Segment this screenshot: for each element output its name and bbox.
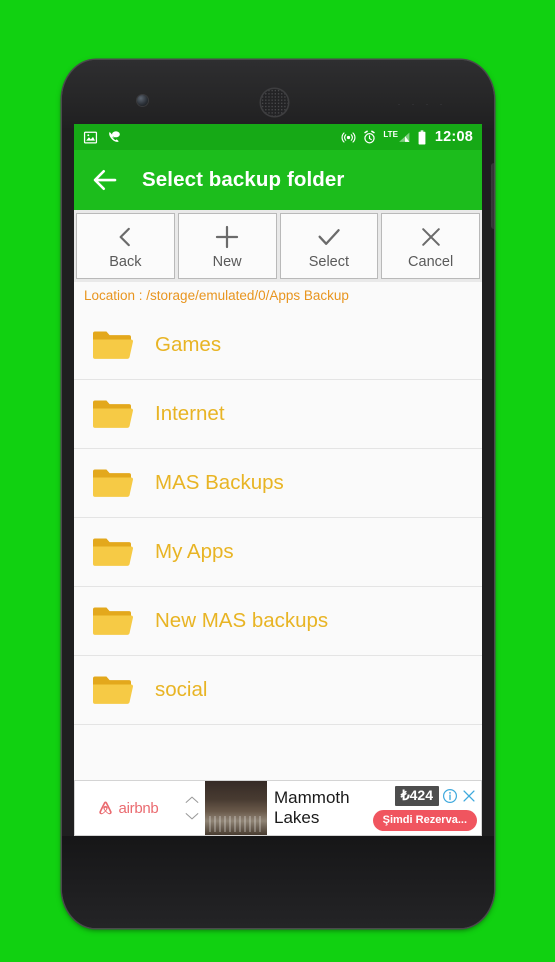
airbnb-logo-icon [98, 801, 112, 814]
cancel-button[interactable]: Cancel [381, 213, 480, 279]
ad-carousel-arrows[interactable] [179, 781, 205, 835]
ad-headline-line1: Mammoth [274, 788, 350, 807]
ad-brand-name: airbnb [118, 799, 159, 817]
select-button[interactable]: Select [279, 213, 379, 279]
power-button[interactable] [491, 163, 494, 229]
ad-price-badge: ₺424 [394, 785, 439, 806]
folder-icon [93, 676, 133, 704]
ad-top-row: ₺424 [394, 785, 477, 806]
front-camera-icon [137, 95, 148, 106]
ad-brand-logo[interactable]: airbnb [75, 781, 179, 835]
location-path-text: Location : /storage/emulated/0/Apps Back… [84, 288, 349, 303]
new-folder-button[interactable]: New [177, 213, 277, 279]
phone-message-icon [109, 130, 120, 142]
phone-top-bezel [62, 60, 494, 128]
info-circle-icon[interactable] [442, 788, 458, 804]
check-icon [315, 222, 343, 252]
hotspot-icon [341, 131, 356, 143]
ad-thumbnail-image [205, 781, 267, 835]
list-item[interactable]: My Apps [74, 518, 482, 587]
arrow-left-icon[interactable] [90, 165, 120, 195]
folder-name: My Apps [155, 540, 234, 563]
app-bar: Select backup folder [74, 150, 482, 210]
ad-headline-line2: Lakes [274, 808, 320, 827]
folder-name: Internet [155, 402, 225, 425]
action-toolbar: Back New Select Cancel [74, 210, 482, 282]
new-folder-button-label: New [212, 254, 242, 270]
lte-signal-icon: LTE [383, 129, 411, 144]
proximity-sensor-icon [392, 102, 452, 107]
location-bar: Location : /storage/emulated/0/Apps Back… [74, 282, 482, 311]
folder-name: New MAS backups [155, 609, 329, 632]
list-item[interactable]: social [74, 656, 482, 725]
phone-device: LTE 12:08 Select backup folder Back New … [62, 60, 494, 928]
list-item[interactable]: New MAS backups [74, 587, 482, 656]
alarm-icon [364, 130, 376, 143]
status-bar-left-icons [83, 130, 123, 145]
list-item[interactable]: Games [74, 311, 482, 380]
folder-name: social [155, 678, 208, 701]
folder-icon [93, 538, 133, 566]
list-item[interactable]: Internet [74, 380, 482, 449]
phone-screen: LTE 12:08 Select backup folder Back New … [74, 124, 482, 836]
folder-name: MAS Backups [155, 471, 284, 494]
phone-bottom-bezel [62, 836, 494, 928]
folder-icon [93, 331, 133, 359]
advertisement-banner[interactable]: airbnb Mammoth Lakes ₺424 Şimdi Rezerva.… [74, 780, 482, 836]
folder-icon [93, 400, 133, 428]
chevron-down-icon[interactable] [185, 812, 199, 821]
chevron-up-icon[interactable] [185, 795, 199, 804]
chevron-left-icon [112, 222, 138, 252]
plus-icon [213, 222, 241, 252]
image-icon [83, 131, 98, 143]
folder-name: Games [155, 333, 222, 356]
folder-icon [93, 469, 133, 497]
cancel-button-label: Cancel [408, 254, 454, 270]
close-x-icon[interactable] [461, 788, 477, 804]
status-bar: LTE 12:08 [74, 124, 482, 150]
back-button[interactable]: Back [76, 213, 175, 279]
ad-actions: ₺424 Şimdi Rezerva... [369, 781, 481, 835]
status-bar-right-icons: LTE 12:08 [341, 129, 473, 145]
ad-cta-button[interactable]: Şimdi Rezerva... [372, 809, 477, 831]
back-button-label: Back [109, 254, 142, 270]
page-title: Select backup folder [142, 168, 345, 191]
lte-label: LTE [383, 129, 398, 139]
ad-headline: Mammoth Lakes [267, 781, 369, 835]
close-x-icon [418, 222, 444, 252]
folder-icon [93, 607, 133, 635]
battery-icon [418, 129, 426, 144]
folder-list[interactable]: Games Internet MAS Backups My Apps New M… [74, 311, 482, 725]
select-button-label: Select [308, 254, 350, 270]
status-bar-clock: 12:08 [434, 129, 473, 145]
list-item[interactable]: MAS Backups [74, 449, 482, 518]
earpiece-speaker-icon [261, 89, 288, 116]
